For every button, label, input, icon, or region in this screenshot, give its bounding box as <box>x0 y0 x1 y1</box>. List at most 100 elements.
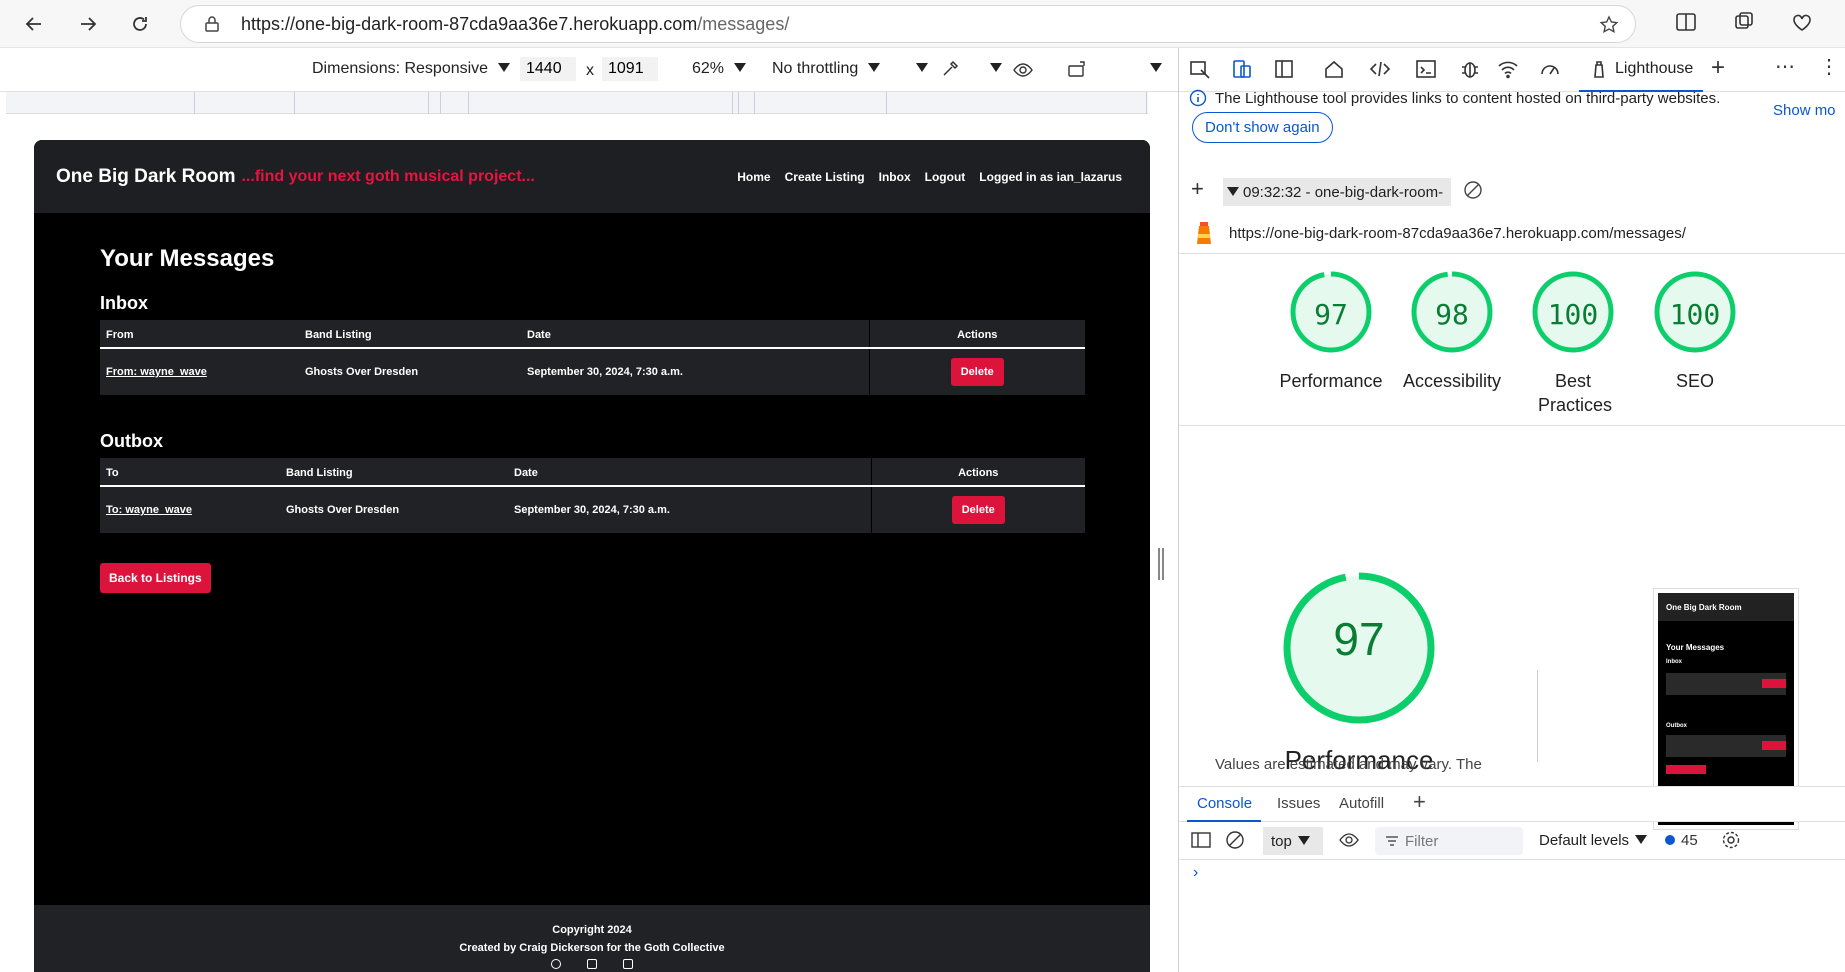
message-bubble-icon <box>1665 835 1675 845</box>
score-value: 100 <box>1669 298 1721 331</box>
new-report-plus-icon[interactable]: + <box>1191 176 1204 202</box>
favorite-star-icon[interactable] <box>1599 15 1619 35</box>
outbox-heading: Outbox <box>100 431 163 451</box>
messages-main: Your Messages Inbox From Band Listing Da… <box>34 213 1150 593</box>
width-input[interactable] <box>520 57 576 81</box>
tab-console[interactable]: Console <box>1197 795 1252 812</box>
sidebar-toggle-icon[interactable] <box>1191 831 1211 849</box>
band-listing-cell: Ghosts Over Dresden <box>305 366 419 378</box>
browser-address-bar: https://one-big-dark-room-87cda9aa36e7.h… <box>0 0 1845 48</box>
console-settings-gear-icon[interactable] <box>1721 830 1741 850</box>
site-brand[interactable]: One Big Dark Room <box>56 166 235 188</box>
resize-handle[interactable] <box>1158 548 1164 580</box>
performance-summary: 97 Performance <box>1259 572 1459 776</box>
nav-home-link[interactable]: Home <box>737 170 770 184</box>
table-row: To: wayne_wave Ghosts Over Dresden Septe… <box>100 486 1085 533</box>
add-drawer-tab-plus-icon[interactable]: + <box>1413 789 1426 815</box>
context-select[interactable]: top <box>1263 827 1323 855</box>
eyedropper-icon[interactable] <box>940 59 960 79</box>
inbox-table: From Band Listing Date Actions From: way… <box>100 320 1085 395</box>
report-url-row: https://one-big-dark-room-87cda9aa36e7.h… <box>1179 214 1845 254</box>
thumbnail-inbox: Inbox <box>1666 659 1682 665</box>
thumbnail-back-button <box>1666 765 1706 774</box>
inbox-delete-button[interactable]: Delete <box>950 358 1004 386</box>
page-title: Your Messages <box>100 245 275 272</box>
thumbnail-delete <box>1762 741 1786 750</box>
show-more-link[interactable]: Show mo <box>1773 102 1836 119</box>
issues-count-badge[interactable]: 45 <box>1665 832 1698 849</box>
tab-issues[interactable]: Issues <box>1277 795 1320 812</box>
url-path: /messages/ <box>697 13 790 34</box>
forward-arrow-icon[interactable] <box>70 6 106 42</box>
tab-autofill[interactable]: Autofill <box>1339 795 1384 812</box>
score-value: 100 <box>1547 298 1599 331</box>
inbox-col-band: Band Listing <box>299 320 521 349</box>
site-tagline: ...find your next goth musical project..… <box>241 167 535 185</box>
console-toolbar: top Filter Default levels 45 <box>1179 822 1845 860</box>
clear-reports-icon[interactable] <box>1463 180 1483 200</box>
gauge-accessibility[interactable]: 98 Accessibility <box>1390 270 1514 393</box>
thumbnail-title: Your Messages <box>1666 643 1725 652</box>
url-field[interactable]: https://one-big-dark-room-87cda9aa36e7.h… <box>180 5 1636 43</box>
eyedropper-caret[interactable] <box>980 60 1002 78</box>
table-row: From: wayne_wave Ghosts Over Dresden Sep… <box>100 348 1085 395</box>
dimensions-dropdown[interactable]: Dimensions: Responsive <box>312 60 511 78</box>
back-arrow-icon[interactable] <box>16 6 52 42</box>
nav-inbox-link[interactable]: Inbox <box>879 170 911 184</box>
url-host: https://one-big-dark-room-87cda9aa36e7.h… <box>241 13 698 34</box>
device-toolbar-menu-caret[interactable] <box>1140 60 1162 78</box>
throttling-dropdown[interactable]: No throttling <box>772 60 881 78</box>
recipient-link[interactable]: To: wayne_wave <box>106 504 192 516</box>
info-icon <box>1189 89 1207 107</box>
sender-link[interactable]: From: wayne_wave <box>106 366 207 378</box>
logged-in-user-label: Logged in as ian_lazarus <box>979 169 1122 184</box>
refresh-icon[interactable] <box>122 6 158 42</box>
clear-console-icon[interactable] <box>1225 830 1245 850</box>
split-screen-icon[interactable] <box>1674 10 1702 38</box>
instagram-icon[interactable] <box>587 959 597 969</box>
credit-text: Created by Craig Dickerson for the Goth … <box>459 942 725 954</box>
gauge-seo[interactable]: 100 SEO <box>1633 270 1757 393</box>
gauge-best-practices[interactable]: 100 Best Practices <box>1511 270 1635 417</box>
report-select[interactable]: 09:32:32 - one-big-dark-room- <box>1223 178 1451 206</box>
site-navbar: One Big Dark Room ...find your next goth… <box>34 140 1150 213</box>
dont-show-again-button[interactable]: Don't show again <box>1192 112 1333 143</box>
globe-icon[interactable] <box>551 959 561 969</box>
outbox-table-header: To Band Listing Date Actions <box>100 458 1085 487</box>
drawer-tabbar: Console Issues Autofill + <box>1179 786 1845 822</box>
inbox-col-actions: Actions <box>868 320 1085 349</box>
more-options-caret[interactable] <box>906 60 928 78</box>
media-query-ruler <box>6 92 1148 114</box>
facebook-icon[interactable] <box>623 959 633 969</box>
band-listing-cell: Ghosts Over Dresden <box>286 504 400 516</box>
report-url[interactable]: https://one-big-dark-room-87cda9aa36e7.h… <box>1229 225 1686 242</box>
score-label: Performance <box>1279 371 1383 391</box>
outbox-col-actions: Actions <box>870 458 1085 487</box>
rotate-device-icon[interactable] <box>1066 60 1088 80</box>
score-label: Accessibility <box>1402 371 1502 391</box>
score-gauges: 97 Performance 98 Accessibility 100 Best… <box>1179 254 1845 426</box>
height-input[interactable] <box>602 57 658 81</box>
nav-create-listing-link[interactable]: Create Listing <box>785 170 865 184</box>
report-selector-bar: + 09:32:32 - one-big-dark-room- <box>1179 174 1845 218</box>
console-prompt-chevron-icon[interactable]: › <box>1193 864 1198 882</box>
performance-big-score: 97 <box>1333 613 1385 665</box>
gauge-performance[interactable]: 97 Performance <box>1269 270 1393 393</box>
vision-deficiency-icon[interactable] <box>1012 60 1034 80</box>
back-to-listings-button[interactable]: Back to Listings <box>100 563 211 593</box>
info-bar: The Lighthouse tool provides links to co… <box>1179 48 1845 174</box>
log-levels-dropdown[interactable]: Default levels <box>1539 832 1648 849</box>
score-value: 98 <box>1435 298 1469 331</box>
collections-icon[interactable] <box>1732 10 1760 38</box>
zoom-dropdown[interactable]: 62% <box>692 60 747 78</box>
info-message: The Lighthouse tool provides links to co… <box>1215 90 1721 107</box>
live-expression-eye-icon[interactable] <box>1339 832 1359 848</box>
lighthouse-logo-icon <box>1197 222 1211 244</box>
score-label: Best Practices <box>1538 371 1613 415</box>
site-footer: Copyright 2024 Created by Craig Dickerso… <box>34 905 1150 972</box>
nav-logout-link[interactable]: Logout <box>925 170 966 184</box>
browser-essentials-icon[interactable] <box>1790 10 1818 38</box>
lock-icon <box>205 16 219 32</box>
outbox-delete-button[interactable]: Delete <box>951 496 1005 524</box>
website-page: One Big Dark Room ...find your next goth… <box>34 140 1150 972</box>
